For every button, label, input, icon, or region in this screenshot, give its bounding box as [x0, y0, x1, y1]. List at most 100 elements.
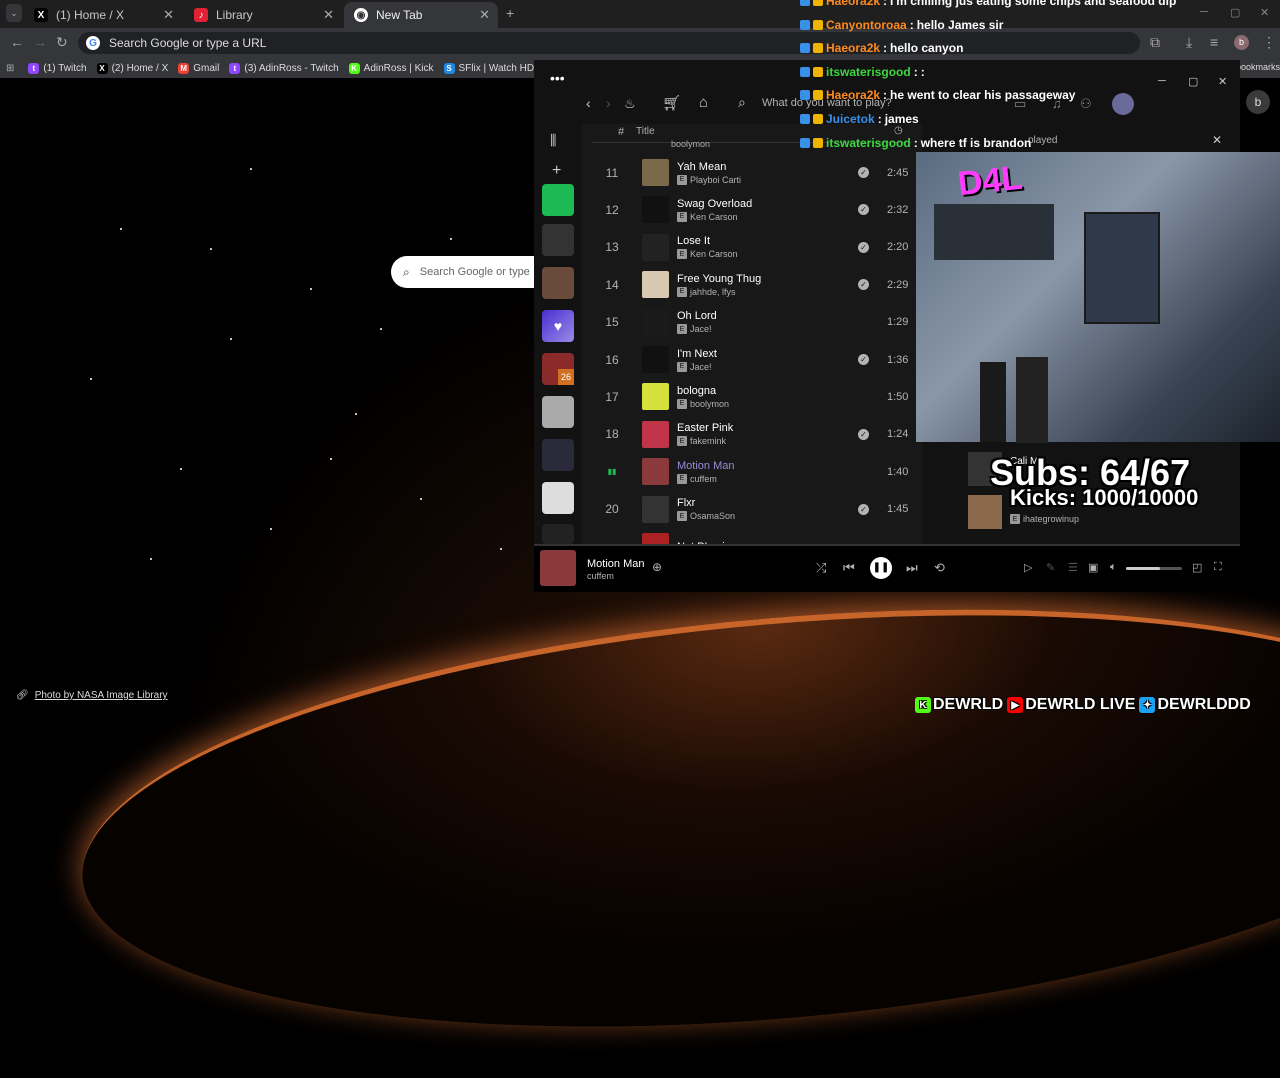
track-artist[interactable]: Jace!	[690, 362, 712, 372]
bookmark-item[interactable]: X (2) Home / X	[96, 62, 168, 74]
close-icon[interactable]: ✕	[1218, 75, 1227, 88]
forward-icon[interactable]: ›	[606, 95, 611, 111]
close-icon[interactable]: ✕	[1212, 133, 1222, 147]
volume-icon[interactable]: 🔈︎	[1110, 561, 1117, 574]
track-artist[interactable]: OsamaSon	[690, 511, 735, 521]
track-row[interactable]: 11 Yah Mean E Playboi Carti ✓ 2:45	[582, 154, 922, 191]
queue-icon[interactable]: ☰	[1068, 561, 1078, 574]
menu-icon[interactable]: ⋮	[1262, 34, 1276, 51]
close-icon[interactable]: ✕	[323, 7, 334, 23]
add-icon[interactable]: +	[552, 162, 561, 180]
chat-username[interactable]: itswaterisgood	[826, 65, 911, 79]
fullscreen-icon[interactable]: ⛶	[1214, 561, 1222, 574]
shuffle-icon[interactable]: ⤮	[816, 560, 826, 576]
saved-check-icon[interactable]: ✓	[858, 204, 869, 216]
bookmark-item[interactable]: t (3) AdinRoss - Twitch	[229, 62, 339, 74]
saved-check-icon[interactable]: ✓	[858, 428, 869, 440]
track-artist[interactable]: jahhde, lfys	[690, 287, 736, 297]
saved-check-icon[interactable]: ✓	[858, 279, 869, 291]
track-title[interactable]: Yah Mean	[677, 161, 741, 173]
track-title[interactable]: I'm Next	[677, 348, 717, 360]
now-playing-title[interactable]: Motion Man	[587, 558, 644, 570]
devices-icon[interactable]: ▣	[1088, 561, 1098, 574]
maximize-icon[interactable]: ▢	[1230, 6, 1240, 19]
forward-icon[interactable]: →	[33, 34, 47, 50]
library-playlist[interactable]	[542, 524, 574, 544]
tab-library[interactable]: ♪ Library ✕	[184, 2, 342, 28]
previous-icon[interactable]: ⏮	[843, 560, 855, 576]
next-icon[interactable]: ⏭	[906, 560, 918, 576]
track-title[interactable]: Lose It	[677, 235, 738, 247]
now-playing-artist[interactable]: cuffem	[587, 571, 614, 581]
track-artist[interactable]: Playboi Carti	[690, 175, 741, 185]
track-row[interactable]: 14 Free Young Thug Ejahhde, lfys ✓ 2:29	[582, 266, 922, 303]
home-icon[interactable]: ⌂	[699, 94, 708, 111]
track-row[interactable]: Not PLaying	[582, 528, 922, 544]
track-row[interactable]: 13 Lose It E Ken Carson ✓ 2:20	[582, 229, 922, 266]
track-title[interactable]: Swag Overload	[677, 198, 752, 210]
library-playlist[interactable]	[542, 396, 574, 428]
minimize-icon[interactable]: ─	[1158, 75, 1166, 87]
chat-username[interactable]: itswaterisgood	[826, 136, 911, 150]
track-title[interactable]: Easter Pink	[677, 422, 733, 434]
chat-username[interactable]: Haeora2k	[826, 0, 880, 8]
back-icon[interactable]: ←	[10, 34, 24, 50]
chat-username[interactable]: Haeora2k	[826, 88, 880, 102]
track-row[interactable]: 18 Easter Pink Efakemink ✓ 1:24	[582, 416, 922, 453]
track-title[interactable]: Oh Lord	[677, 310, 717, 322]
saved-check-icon[interactable]: ✓	[858, 167, 869, 178]
add-to-library-icon[interactable]: ⊕	[652, 560, 662, 574]
library-playlist[interactable]	[542, 482, 574, 514]
track-artist[interactable]: Ken Carson	[690, 249, 738, 259]
minimize-icon[interactable]: ─	[1200, 6, 1208, 18]
track-row[interactable]: 20 Flxr E OsamaSon ✓ 1:45	[582, 491, 922, 528]
chat-username[interactable]: Juicetok	[826, 112, 875, 126]
track-title[interactable]: Free Young Thug	[677, 273, 761, 285]
photo-credit-link[interactable]: Photo by NASA Image Library	[35, 690, 168, 701]
saved-check-icon[interactable]: ✓	[858, 354, 869, 365]
track-title[interactable]: bologna	[677, 385, 729, 397]
track-artist[interactable]: Jace!	[690, 324, 712, 334]
maximize-icon[interactable]: ▢	[1188, 75, 1198, 88]
track-artist[interactable]: cuffem	[690, 474, 717, 484]
saved-check-icon[interactable]: ✓	[858, 241, 869, 253]
track-row[interactable]: 16 I'm Next E Jace! ✓ 1:36	[582, 341, 922, 378]
saved-check-icon[interactable]: ✓	[858, 503, 869, 515]
now-playing-view-icon[interactable]: ▷	[1024, 561, 1032, 574]
bookmark-item[interactable]: M Gmail	[178, 62, 219, 74]
cart-icon[interactable]: 🛒︎	[662, 94, 681, 112]
close-icon[interactable]: ✕	[479, 7, 490, 23]
library-playlist[interactable]	[542, 439, 574, 471]
flame-icon[interactable]: ♨	[624, 96, 636, 112]
track-row[interactable]: 17 bologna Eboolymon 1:50	[582, 378, 922, 415]
library-playlist[interactable]	[542, 267, 574, 299]
apps-icon[interactable]: ⊞	[6, 63, 14, 74]
library-playlist[interactable]: 26	[542, 353, 574, 385]
tab-x[interactable]: X (1) Home / X ✕	[24, 2, 182, 28]
media-icon[interactable]: ≡	[1210, 34, 1218, 50]
close-window-icon[interactable]: ✕	[1260, 6, 1269, 19]
back-icon[interactable]: ‹	[586, 95, 591, 111]
track-title[interactable]: Flxr	[677, 497, 735, 509]
repeat-icon[interactable]: ⟲	[934, 560, 945, 576]
progress-track[interactable]	[534, 544, 1240, 546]
pause-button[interactable]: ❚❚	[870, 557, 892, 579]
close-icon[interactable]: ✕	[163, 7, 174, 23]
photo-credit[interactable]: 🔗︎ Photo by NASA Image Library	[16, 690, 168, 701]
liked-songs-heart-icon[interactable]: ♥	[542, 310, 574, 342]
track-artist[interactable]: Ken Carson	[690, 212, 738, 222]
volume-slider[interactable]	[1126, 567, 1182, 570]
lyrics-icon[interactable]: ✎	[1046, 561, 1055, 574]
bookmark-item[interactable]: t (1) Twitch	[28, 62, 87, 74]
saved-episodes-tile[interactable]	[542, 184, 574, 216]
ntp-profile-avatar[interactable]: b	[1246, 90, 1270, 114]
tab-search-icon[interactable]: ⌄	[6, 4, 22, 22]
ntp-search-box[interactable]: ⌕ Search Google or type	[391, 256, 551, 288]
track-artist[interactable]: fakemink	[690, 436, 726, 446]
new-tab-icon[interactable]: +	[506, 5, 514, 21]
mini-player-icon[interactable]: ◰	[1192, 561, 1202, 574]
profile-avatar[interactable]: b	[1234, 35, 1249, 50]
now-playing-cover[interactable]	[540, 550, 576, 586]
all-bookmarks[interactable]: bookmarks	[1236, 62, 1280, 72]
track-artist[interactable]: boolymon	[690, 399, 729, 409]
